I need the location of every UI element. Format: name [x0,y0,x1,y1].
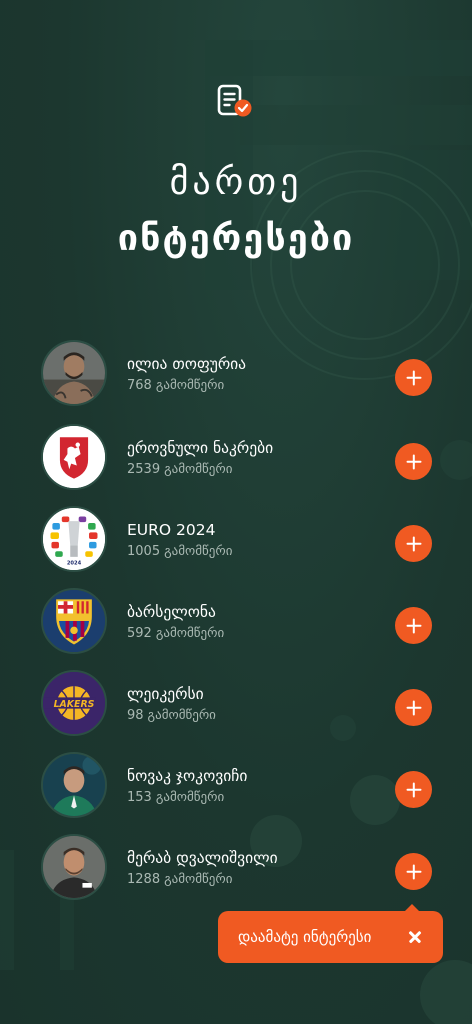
subscriber-count: 1005 გამომწერი [127,544,233,559]
ufc-fighter-avatar [41,834,107,900]
georgia-national-team-logo [41,424,107,490]
add-interest-button[interactable] [395,689,432,726]
subscriber-count: 768 გამომწერი [127,378,225,393]
list-item: ნოვაკ ჯოკოვიჩი 153 გამომწერი [0,752,472,822]
add-interest-tooltip: დაამატე ინტერესი [218,904,443,963]
svg-text:LAKERS: LAKERS [54,699,95,710]
page-title-line1: მართე [169,162,303,203]
list-item: ილია თოფურია 768 გამომწერი [0,340,472,410]
subscriber-count: 153 გამომწერი [127,790,225,805]
page-title-line2: ინტერესები [117,218,355,259]
tooltip-text: დაამატე ინტერესი [238,928,372,946]
list-item: მერაბ დვალიშვილი 1288 გამომწერი [0,834,472,904]
document-check-icon [216,84,254,120]
list-item: ბარსელონა 592 გამომწერი [0,588,472,658]
fc-barcelona-crest [41,588,107,654]
interest-name: ეროვნული ნაკრები [127,439,274,457]
euro-2024-trophy-logo: 2024 [41,506,107,572]
tennis-player-avatar [41,752,107,818]
interest-name: მერაბ დვალიშვილი [127,849,278,867]
interest-name: ბარსელონა [127,603,216,621]
list-item: LAKERS ლეიკერსი 98 გამომწერი [0,670,472,740]
add-interest-button[interactable] [395,525,432,562]
subscriber-count: 2539 გამომწერი [127,462,233,477]
fighter-avatar [41,340,107,406]
add-interest-button[interactable] [395,853,432,890]
add-interest-button[interactable] [395,359,432,396]
interest-name: EURO 2024 [127,521,216,539]
subscriber-count: 98 გამომწერი [127,708,216,723]
close-icon[interactable] [403,925,427,949]
add-interest-button[interactable] [395,771,432,808]
subscriber-count: 1288 გამომწერი [127,872,233,887]
la-lakers-logo: LAKERS [41,670,107,736]
add-interest-button[interactable] [395,607,432,644]
list-item: ეროვნული ნაკრები 2539 გამომწერი [0,424,472,494]
interest-name: ილია თოფურია [127,355,247,373]
list-item: 2024 EURO 2024 1005 გამომწერი [0,506,472,576]
subscriber-count: 592 გამომწერი [127,626,225,641]
add-interest-button[interactable] [395,443,432,480]
interest-name: ლეიკერსი [127,685,204,703]
interest-name: ნოვაკ ჯოკოვიჩი [127,767,248,785]
svg-text:2024: 2024 [67,560,82,566]
